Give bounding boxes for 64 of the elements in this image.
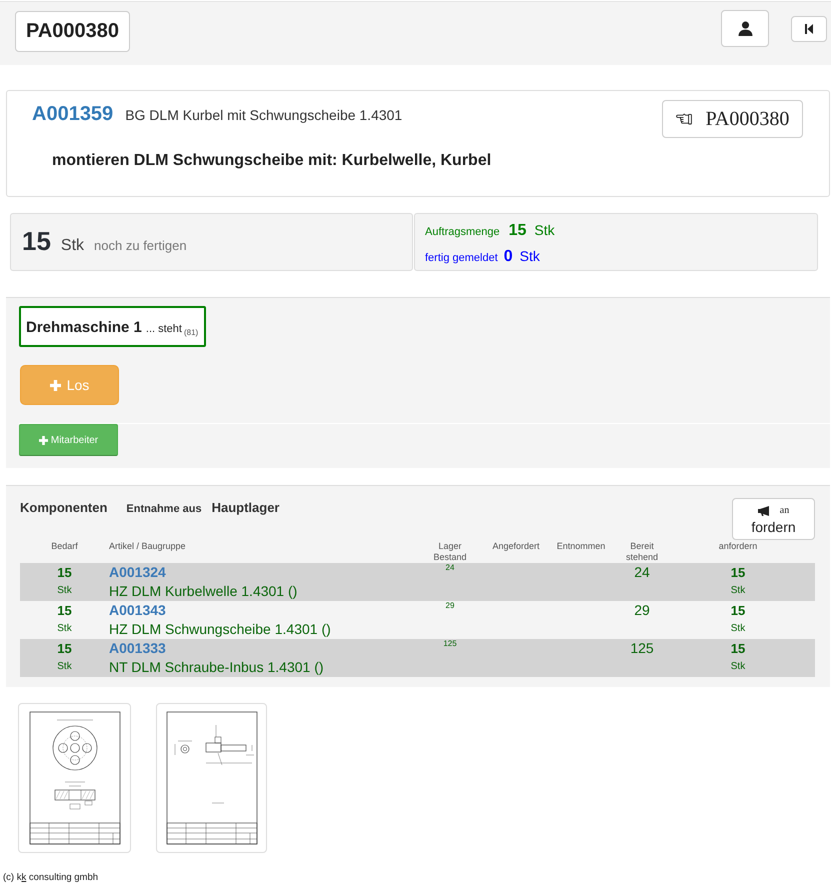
article-name: HZ DLM Schwungscheibe 1.4301 (): [109, 621, 331, 638]
column-header: Lager Bestand: [433, 541, 467, 562]
stock-quantity: 29: [446, 601, 454, 611]
article-number-link[interactable]: A001333: [109, 639, 166, 657]
quantity-unit: Stk: [534, 221, 555, 240]
remaining-label: noch zu fertigen: [94, 238, 187, 253]
column-header: Angefordert: [492, 541, 540, 551]
components-title: Komponenten: [20, 500, 108, 515]
ordered-label: Auftragsmenge: [425, 225, 500, 240]
ready-quantity: 125: [630, 639, 654, 657]
demand-unit: Stk: [57, 622, 72, 636]
column-header: Entnommen: [556, 541, 606, 551]
back-button[interactable]: [791, 16, 827, 42]
copyright-text: (c) kk consulting gmbh: [3, 872, 98, 883]
column-header: Bereit stehend: [626, 541, 658, 562]
user-icon: [738, 21, 752, 36]
demand-unit: Stk: [57, 584, 72, 598]
plus-icon: [50, 380, 61, 390]
status-code: (81): [184, 328, 198, 337]
machine-status: ... steht: [146, 323, 182, 335]
order-number-button[interactable]: PA000380: [15, 11, 130, 52]
request-unit: Stk: [730, 622, 746, 636]
stock-quantity: 24: [446, 563, 454, 573]
demand-quantity: 15: [57, 602, 72, 619]
warehouse-name: Hauptlager: [212, 500, 280, 515]
ready-quantity: 29: [634, 601, 650, 619]
megaphone-icon: [758, 506, 770, 516]
request-button[interactable]: an fordern: [732, 498, 815, 540]
reported-quantity: 0: [504, 247, 513, 267]
ordered-quantity: 15: [508, 221, 526, 241]
order-number-button[interactable]: PA000380: [662, 100, 803, 138]
source-label: Entnahme aus: [126, 503, 202, 515]
demand-quantity: 15: [57, 564, 72, 581]
ready-quantity: 24: [634, 563, 650, 581]
article-name: HZ DLM Kurbelwelle 1.4301 (): [109, 583, 298, 600]
column-header: anfordern: [718, 541, 758, 551]
article-number-link[interactable]: A001359: [32, 102, 114, 126]
quantity-unit: Stk: [60, 237, 84, 255]
pointing-hand-icon: [676, 113, 692, 125]
request-unit: Stk: [730, 584, 746, 598]
request-quantity: 15: [730, 564, 746, 581]
user-button[interactable]: [721, 10, 769, 47]
reported-label: fertig gemeldet: [425, 251, 498, 266]
demand-quantity: 15: [57, 640, 72, 657]
column-header: Bedarf: [51, 541, 78, 551]
column-header: Artikel / Baugruppe: [109, 541, 186, 551]
drawing-thumbnail[interactable]: [18, 703, 131, 853]
stock-quantity: 125: [443, 639, 457, 649]
article-name: BG DLM Kurbel mit Schwungscheibe 1.4301: [125, 107, 402, 123]
operation-title: montieren DLM Schwungscheibe mit: Kurbelwelle, Kurbel: [51, 151, 492, 171]
demand-unit: Stk: [57, 660, 72, 674]
step-backward-icon: [805, 24, 813, 34]
plus-icon: [38, 436, 48, 444]
quantity-unit: Stk: [520, 247, 540, 266]
machine-name: Drehmaschine 1: [26, 319, 142, 336]
drawing-thumbnail[interactable]: [156, 703, 267, 853]
remaining-quantity: 15: [22, 226, 51, 256]
request-unit: Stk: [730, 660, 746, 674]
article-number-link[interactable]: A001324: [109, 563, 166, 581]
request-quantity: 15: [730, 602, 746, 619]
article-name: NT DLM Schraube-Inbus 1.4301 (): [109, 659, 324, 676]
article-number-link[interactable]: A001343: [109, 601, 166, 619]
add-employee-button[interactable]: Mitarbeiter: [19, 424, 118, 456]
request-quantity: 15: [730, 640, 746, 657]
